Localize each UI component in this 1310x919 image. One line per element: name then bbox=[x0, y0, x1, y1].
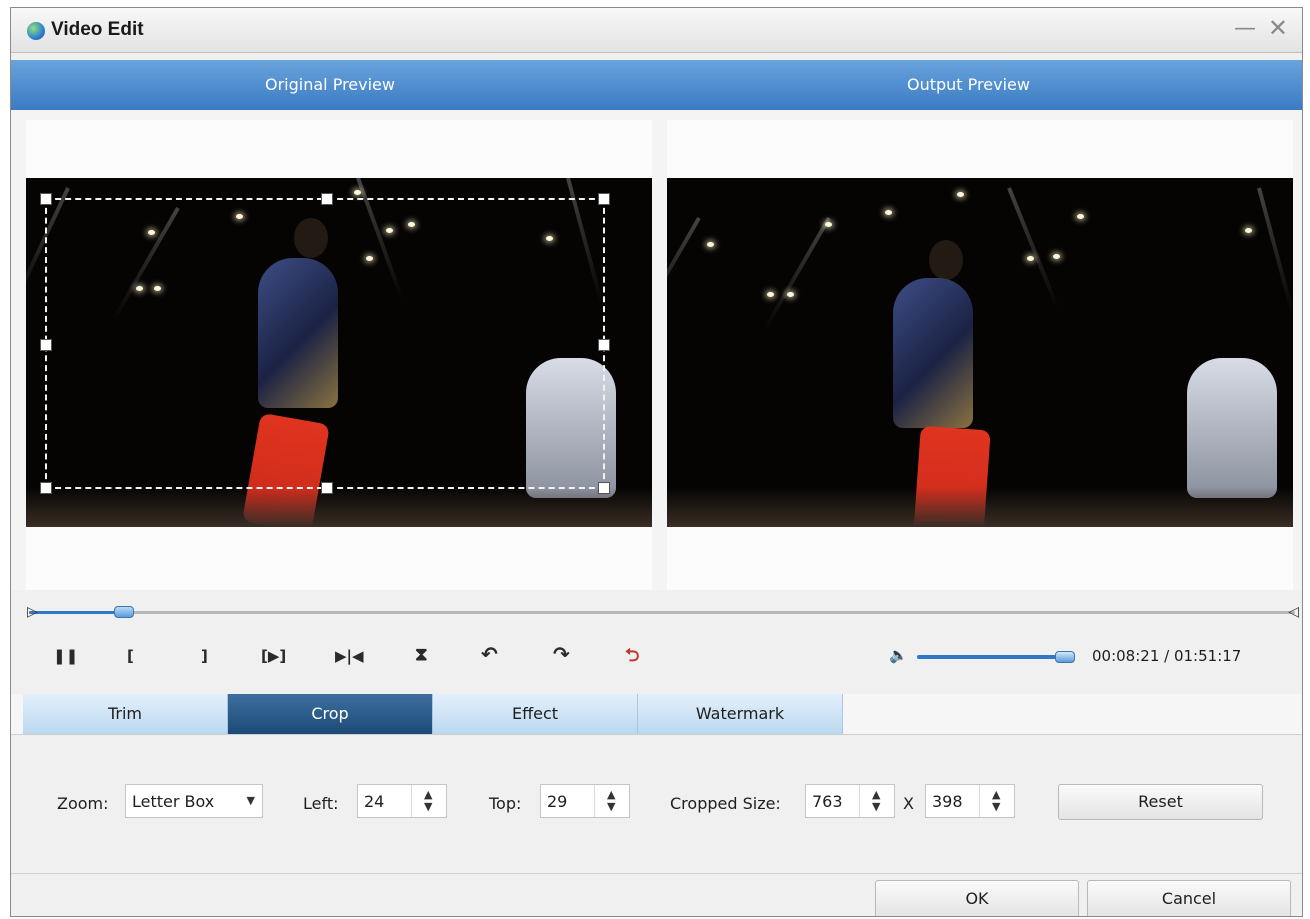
volume-slider[interactable] bbox=[917, 651, 1076, 663]
total-time: 01:51:17 bbox=[1173, 647, 1242, 665]
crop-settings-panel: Zoom: Letter Box ▼ Left: 24 ▲ ▼ Top: 29 ▲… bbox=[11, 735, 1302, 874]
time-separator: / bbox=[1159, 647, 1174, 665]
crop-handle-top[interactable] bbox=[321, 193, 333, 205]
mark-out-button[interactable]: ] bbox=[201, 647, 208, 665]
rotate-left-button[interactable]: ↶ bbox=[481, 642, 498, 666]
down-arrow-icon: ▼ bbox=[872, 800, 881, 813]
output-preview-label: Output Preview bbox=[907, 75, 1030, 94]
zoom-select[interactable]: Letter Box ▼ bbox=[125, 784, 263, 818]
crop-handle-right[interactable] bbox=[598, 339, 610, 351]
left-input[interactable]: 24 ▲ ▼ bbox=[357, 784, 447, 818]
cropped-size-label: Cropped Size: bbox=[670, 794, 781, 813]
cancel-button[interactable]: Cancel bbox=[1087, 880, 1291, 916]
crop-handle-bottom-left[interactable] bbox=[40, 482, 52, 494]
zoom-value: Letter Box bbox=[132, 792, 215, 811]
playback-controls: ❚❚ [ ] [▶] ▶|◀ ⧗ ↶ ↷ ⮌ 🔈 00:08:21 / 01:5… bbox=[11, 633, 1302, 679]
crop-width-value: 763 bbox=[812, 792, 843, 811]
timeline-progress bbox=[29, 611, 124, 614]
app-logo-icon bbox=[27, 22, 45, 40]
left-label: Left: bbox=[303, 794, 339, 813]
volume-icon[interactable]: 🔈 bbox=[889, 646, 908, 664]
preview-header: Original Preview Output Preview bbox=[11, 60, 1302, 110]
volume-thumb[interactable] bbox=[1055, 651, 1076, 663]
rotate-right-button[interactable]: ↷ bbox=[553, 642, 570, 666]
crop-height-input[interactable]: 398 ▲ ▼ bbox=[925, 784, 1015, 818]
crop-handle-top-right[interactable] bbox=[598, 193, 610, 205]
down-arrow-icon: ▼ bbox=[992, 800, 1001, 813]
size-separator: X bbox=[903, 794, 914, 813]
title-bar: Video Edit — ✕ bbox=[11, 8, 1302, 53]
crop-height-stepper[interactable]: ▲ ▼ bbox=[979, 785, 1014, 817]
original-video-frame bbox=[26, 178, 652, 527]
crop-width-stepper[interactable]: ▲ ▼ bbox=[859, 785, 894, 817]
timeline-start-marker[interactable]: ▷ bbox=[27, 604, 38, 620]
output-video-frame bbox=[667, 178, 1293, 527]
top-value: 29 bbox=[547, 792, 568, 811]
timeline-end-marker[interactable]: ◁ bbox=[1288, 604, 1299, 620]
crop-handle-left[interactable] bbox=[40, 339, 52, 351]
timeline-slider[interactable]: ▷ ◁ bbox=[27, 604, 1299, 620]
edit-tabs: Trim Crop Effect Watermark bbox=[11, 694, 1302, 735]
top-input[interactable]: 29 ▲ ▼ bbox=[540, 784, 630, 818]
crop-handle-bottom-right[interactable] bbox=[598, 482, 610, 494]
tab-crop[interactable]: Crop bbox=[228, 694, 433, 734]
original-preview-label: Original Preview bbox=[265, 75, 395, 94]
down-arrow-icon: ▼ bbox=[607, 800, 616, 813]
minimize-button[interactable]: — bbox=[1234, 16, 1256, 41]
current-time: 00:08:21 bbox=[1092, 647, 1160, 665]
chevron-down-icon: ▼ bbox=[246, 794, 255, 807]
ok-button[interactable]: OK bbox=[875, 880, 1079, 916]
mark-in-button[interactable]: [ bbox=[127, 647, 134, 665]
crop-selection-box[interactable] bbox=[40, 193, 610, 494]
pause-button[interactable]: ❚❚ bbox=[53, 647, 78, 665]
flip-vertical-button[interactable]: ⧗ bbox=[415, 644, 428, 665]
tab-watermark[interactable]: Watermark bbox=[638, 694, 843, 734]
crop-width-input[interactable]: 763 ▲ ▼ bbox=[805, 784, 895, 818]
zoom-label: Zoom: bbox=[57, 794, 109, 813]
timeline-playhead[interactable] bbox=[113, 606, 134, 618]
down-arrow-icon: ▼ bbox=[424, 800, 433, 813]
video-edit-window: Video Edit — ✕ Original Preview Output P… bbox=[10, 7, 1303, 917]
close-button[interactable]: ✕ bbox=[1268, 14, 1288, 42]
output-preview-pane bbox=[667, 120, 1293, 590]
left-stepper[interactable]: ▲ ▼ bbox=[411, 785, 446, 817]
volume-level bbox=[917, 655, 1066, 659]
undo-rotation-button[interactable]: ⮌ bbox=[625, 643, 639, 673]
top-stepper[interactable]: ▲ ▼ bbox=[594, 785, 629, 817]
original-preview-pane bbox=[26, 120, 652, 590]
crop-handle-top-left[interactable] bbox=[40, 193, 52, 205]
window-title: Video Edit bbox=[51, 19, 144, 40]
crop-handle-bottom[interactable] bbox=[321, 482, 333, 494]
tab-trim[interactable]: Trim bbox=[23, 694, 228, 734]
reset-button[interactable]: Reset bbox=[1058, 784, 1263, 820]
split-button[interactable]: ▶|◀ bbox=[335, 647, 364, 665]
top-label: Top: bbox=[489, 794, 522, 813]
time-readout: 00:08:21 / 01:51:17 bbox=[1092, 647, 1241, 665]
play-segment-button[interactable]: [▶] bbox=[261, 647, 286, 665]
timeline-track bbox=[29, 611, 1295, 614]
left-value: 24 bbox=[364, 792, 385, 811]
crop-height-value: 398 bbox=[932, 792, 963, 811]
tab-effect[interactable]: Effect bbox=[433, 694, 638, 734]
preview-area bbox=[11, 110, 1302, 590]
